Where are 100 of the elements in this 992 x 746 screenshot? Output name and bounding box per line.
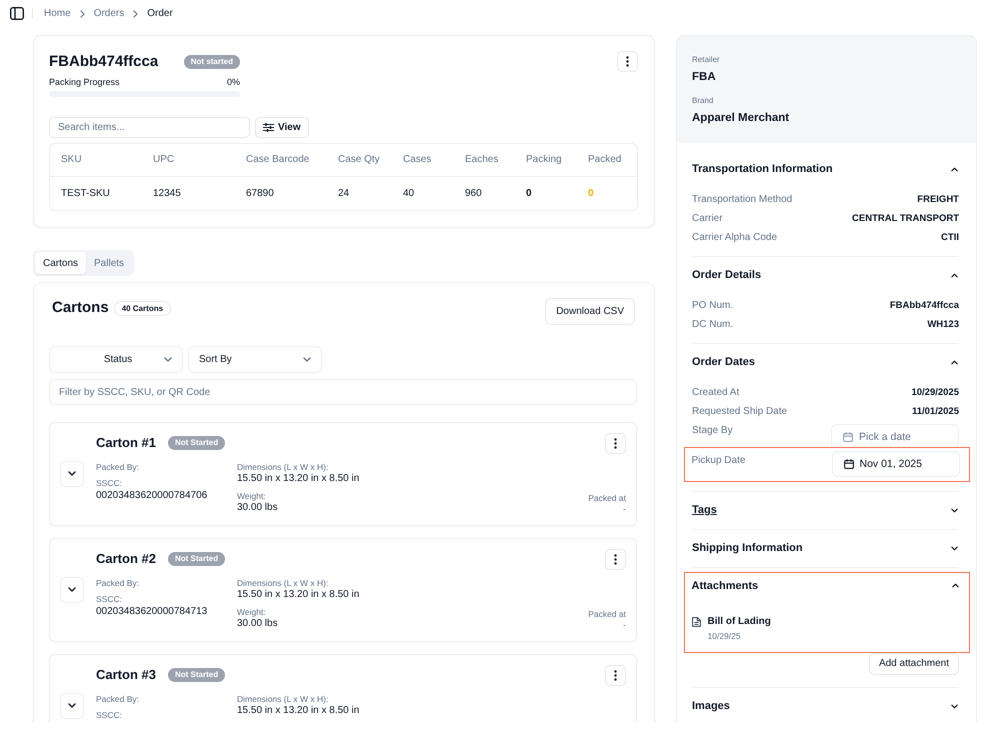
field-label: SSCC: [96,478,123,488]
sscc-value: 00203483620000784713 [96,605,208,618]
field-value: FREIGHT [917,192,959,206]
field-value: CTII [941,230,959,244]
field-label: Packed By: [96,578,140,589]
more-button[interactable] [605,433,626,454]
section-toggle[interactable]: Images [692,696,959,716]
more-button[interactable] [605,665,626,686]
field-value: CENTRAL TRANSPORT [852,212,959,226]
date-picker[interactable]: Pick a date [831,424,959,450]
status-badge: Not Started [168,436,226,450]
packed-at-value: - [622,504,626,514]
column-header: SKU [50,144,142,176]
field-label: DC Num. [692,318,734,332]
more-icon [614,670,617,681]
field-label: Packed By: [96,694,140,705]
add-attachment-button[interactable]: Add attachment [868,652,959,674]
more-icon [614,554,617,565]
field-label: Dimensions (L x W x H): [237,462,330,473]
table-cell: 960 [454,176,515,210]
field-label: Retailer [692,55,721,65]
section-toggle[interactable]: Shipping Information [692,538,959,558]
dimensions-value: 15.50 in x 13.20 in x 8.50 in [237,473,360,485]
calendar-icon [843,432,853,442]
column-header: Case Qty [327,144,392,176]
dimensions-value: 15.50 in x 13.20 in x 8.50 in [237,705,360,717]
more-icon [626,56,629,67]
sliders-icon [263,123,274,132]
section-toggle[interactable]: Order Details [692,266,959,284]
field-label: Transportation Method [692,192,792,206]
packed-at-value: - [622,620,626,630]
more-button[interactable] [617,51,638,72]
sort-select[interactable]: Sort By [188,346,322,373]
column-header: Packing [515,144,577,176]
field-value: 10/29/2025 [911,386,959,400]
chevron-right-icon [133,10,138,18]
field-label: Pickup Date [692,454,746,468]
column-header: Cases [392,144,454,176]
section-toggle[interactable]: Tags [692,500,959,520]
field-label: Brand [692,96,714,106]
chevron-right-icon [80,10,85,18]
section-toggle[interactable]: Transportation Information [692,160,959,178]
section-title: Cartons [52,298,109,318]
carton-title: Carton #2 [96,550,156,568]
weight-value: 30.00 lbs [237,618,279,630]
field-label: Stage By [692,424,733,438]
section-toggle[interactable]: Attachments [692,576,960,595]
table-cell: 0 [515,176,577,210]
progress-label: Packing Progress [49,77,120,88]
sidebar-icon[interactable] [10,7,24,20]
field-label: SSCC: [96,710,123,720]
date-picker[interactable]: Nov 01, 2025 [832,451,960,477]
more-icon [614,438,617,449]
brand-name: Apparel Merchant [692,110,790,124]
more-button[interactable] [605,549,626,570]
status-badge: Not started [184,55,240,69]
field-label: SSCC: [96,594,123,604]
file-icon [692,617,700,627]
calendar-icon [844,459,854,469]
attachment-date: 10/29/25 [708,630,742,642]
field-label: Packed at [588,609,626,620]
tab[interactable]: Cartons [35,252,86,274]
breadcrumb-link[interactable]: Home [44,6,71,20]
filter-select[interactable]: Status [49,346,183,373]
field-label: Carrier [692,212,723,226]
field-value: WH123 [927,318,959,332]
chevron-down-icon [303,357,311,362]
table-cell: 67890 [235,176,327,210]
carton-title: Carton #1 [96,434,156,452]
table-cell: TEST-SKU [50,176,142,210]
field-label: Dimensions (L x W x H): [237,694,330,705]
field-label: Carrier Alpha Code [692,230,778,244]
column-header: Case Barcode [235,144,327,176]
current-page-title: Order [147,6,173,20]
retailer-name: FBA [692,70,717,84]
search-field[interactable]: Search items... [49,117,250,138]
field-value: 11/01/2025 [912,404,959,418]
field-label: Weight: [237,607,267,618]
progress-value: 0% [226,77,240,88]
view-button[interactable]: View [255,117,309,138]
table-cell: 40 [392,176,454,210]
carton-title: Carton #3 [96,666,156,684]
breadcrumb-link[interactable]: Orders [94,6,124,20]
filter-field[interactable]: Filter by SSCC, SKU, or QR Code [49,379,637,405]
attachment-link[interactable]: Bill of Lading [708,614,771,629]
dimensions-value: 15.50 in x 13.20 in x 8.50 in [237,589,360,601]
section-toggle[interactable]: Order Dates [692,352,959,372]
download-button[interactable]: Download CSV [545,298,635,325]
weight-value: 30.00 lbs [237,502,279,514]
order-title: FBAbb474ffcca [49,52,158,72]
status-badge: Not Started [168,552,226,566]
field-label: Weight: [237,491,267,502]
sscc-value: 00203483620000784706 [96,489,208,502]
count-badge: 40 Cartons [114,300,172,316]
field-label: Packed By: [96,462,140,473]
field-label: Packed at [588,493,626,504]
column-header: Packed [577,144,637,176]
field-label: Created At [692,386,740,400]
chevron-down-icon [164,357,172,362]
tab[interactable]: Pallets [86,252,132,274]
